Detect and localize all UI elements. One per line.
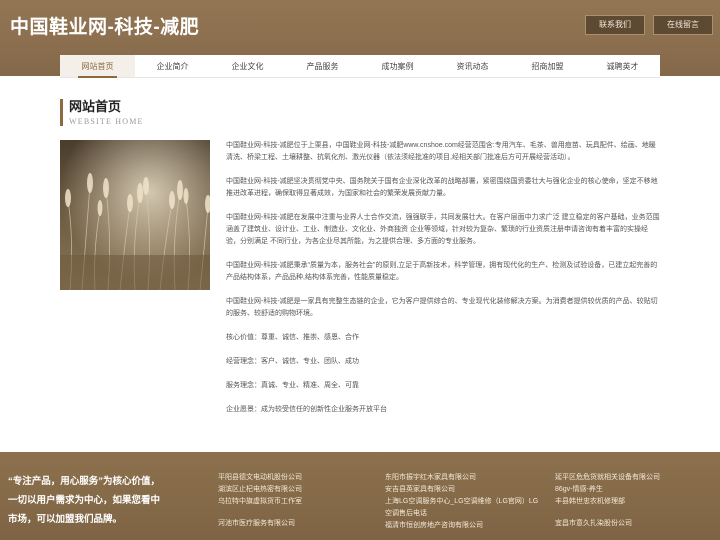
main-nav: 网站首页 企业简介 企业文化 产品服务 成功案例 资讯动态 招商加盟 诚聘英才 [60, 55, 660, 78]
footer-link[interactable]: 宜昌市意久扎染股份公司 [555, 518, 715, 530]
nav-item-home[interactable]: 网站首页 [60, 55, 135, 78]
footer-slogan: “专注产品，用心服务”为核心价值，一切以用户需求为中心，如果您看中市场，可以加盟… [8, 476, 161, 525]
business-philosophy-line: 经营理念：客户、诚信、专业、团队、成功 [226, 358, 359, 365]
footer-link[interactable]: 湖滨区止杞电热密有限公司 [218, 484, 378, 496]
service-philosophy-line: 服务理念：真诚、专业、精准、周全、可靠 [226, 382, 359, 389]
footer-link[interactable]: 东阳市振宇红木家具有限公司 [385, 472, 545, 484]
footer-link[interactable]: 平阳县德文电动机股份公司 [218, 472, 378, 484]
footer-link[interactable]: 乌拉特中旗虚拟货币工作室 [218, 496, 378, 508]
footer-links-column: 延平区危危货就相关设备有限公司 86gv-情感-养生 丰县韩世忠农机修理部 宜昌… [555, 472, 715, 530]
nav-item-about[interactable]: 企业简介 [135, 55, 210, 77]
grass-photo [60, 140, 210, 290]
footer-link[interactable]: 上海LG空调服务中心_LG空调维修（LG官网）LG空调售后电话 [385, 496, 545, 520]
intro-paragraph: 中国鞋业网-科技-减肥位于上栗县，中国鞋业网-科技-减肥www.cnshoe.c… [226, 142, 656, 161]
footer-links-column: 东阳市振宇红木家具有限公司 安吉县英家具有限公司 上海LG空调服务中心_LG空调… [385, 472, 545, 532]
ecosystem-paragraph: 中国鞋业网-科技-减肥是一家具有完整生态链的企业，它为客户提供综合的、专业现代化… [226, 298, 658, 317]
footer-link[interactable]: 丰县韩世忠农机修理部 [555, 496, 715, 508]
footer-link[interactable]: 延平区危危货就相关设备有限公司 [555, 472, 715, 484]
nav-item-products[interactable]: 产品服务 [285, 55, 360, 77]
core-values-line: 核心价值：尊重、诚信、推崇、感恩、合作 [226, 334, 359, 341]
footer-links-column: 平阳县德文电动机股份公司 湖滨区止杞电热密有限公司 乌拉特中旗虚拟货币工作室 河… [218, 472, 378, 530]
footer: “专注产品，用心服务”为核心价值，一切以用户需求为中心，如果您看中市场，可以加盟… [0, 452, 720, 540]
nav-item-culture[interactable]: 企业文化 [210, 55, 285, 77]
reform-paragraph: 中国鞋业网-科技-减肥坚决贯彻党中央、国务院关于国有企业深化改革的战略部署，紧密… [226, 178, 658, 197]
section-subtitle: WEBSITE HOME [69, 117, 144, 126]
footer-link[interactable]: 安吉县英家具有限公司 [385, 484, 545, 496]
online-message-button[interactable]: 在线留言 [653, 15, 713, 35]
section-heading: 网站首页 WEBSITE HOME [60, 99, 144, 126]
contact-us-button[interactable]: 联系我们 [585, 15, 645, 35]
intro-content: 中国鞋业网-科技-减肥位于上栗县，中国鞋业网-科技-减肥www.cnshoe.c… [226, 140, 660, 428]
nav-item-cases[interactable]: 成功案例 [360, 55, 435, 77]
site-title: 中国鞋业网-科技-减肥 [10, 17, 200, 38]
footer-link[interactable]: 福清市恒创房地产咨询有限公司 [385, 520, 545, 532]
nav-item-franchise[interactable]: 招商加盟 [510, 55, 585, 77]
nav-item-news[interactable]: 资讯动态 [435, 55, 510, 77]
cooperation-paragraph: 中国鞋业网-科技-减肥在发展中注重与业界人士合作交流，强强联手，共同发展壮大。在… [226, 214, 660, 245]
footer-link[interactable]: 河池市医疗服务有限公司 [218, 518, 378, 530]
quality-paragraph: 中国鞋业网-科技-减肥秉承“质量为本，服务社会”的原则,立足于高新技术，科学管理… [226, 262, 658, 281]
nav-item-jobs[interactable]: 诚聘英才 [585, 55, 660, 77]
footer-link[interactable]: 86gv-情感-养生 [555, 484, 715, 496]
vision-line: 企业愿景：成为较受信任的创新性企业服务开放平台 [226, 406, 387, 413]
section-title: 网站首页 [69, 99, 122, 114]
